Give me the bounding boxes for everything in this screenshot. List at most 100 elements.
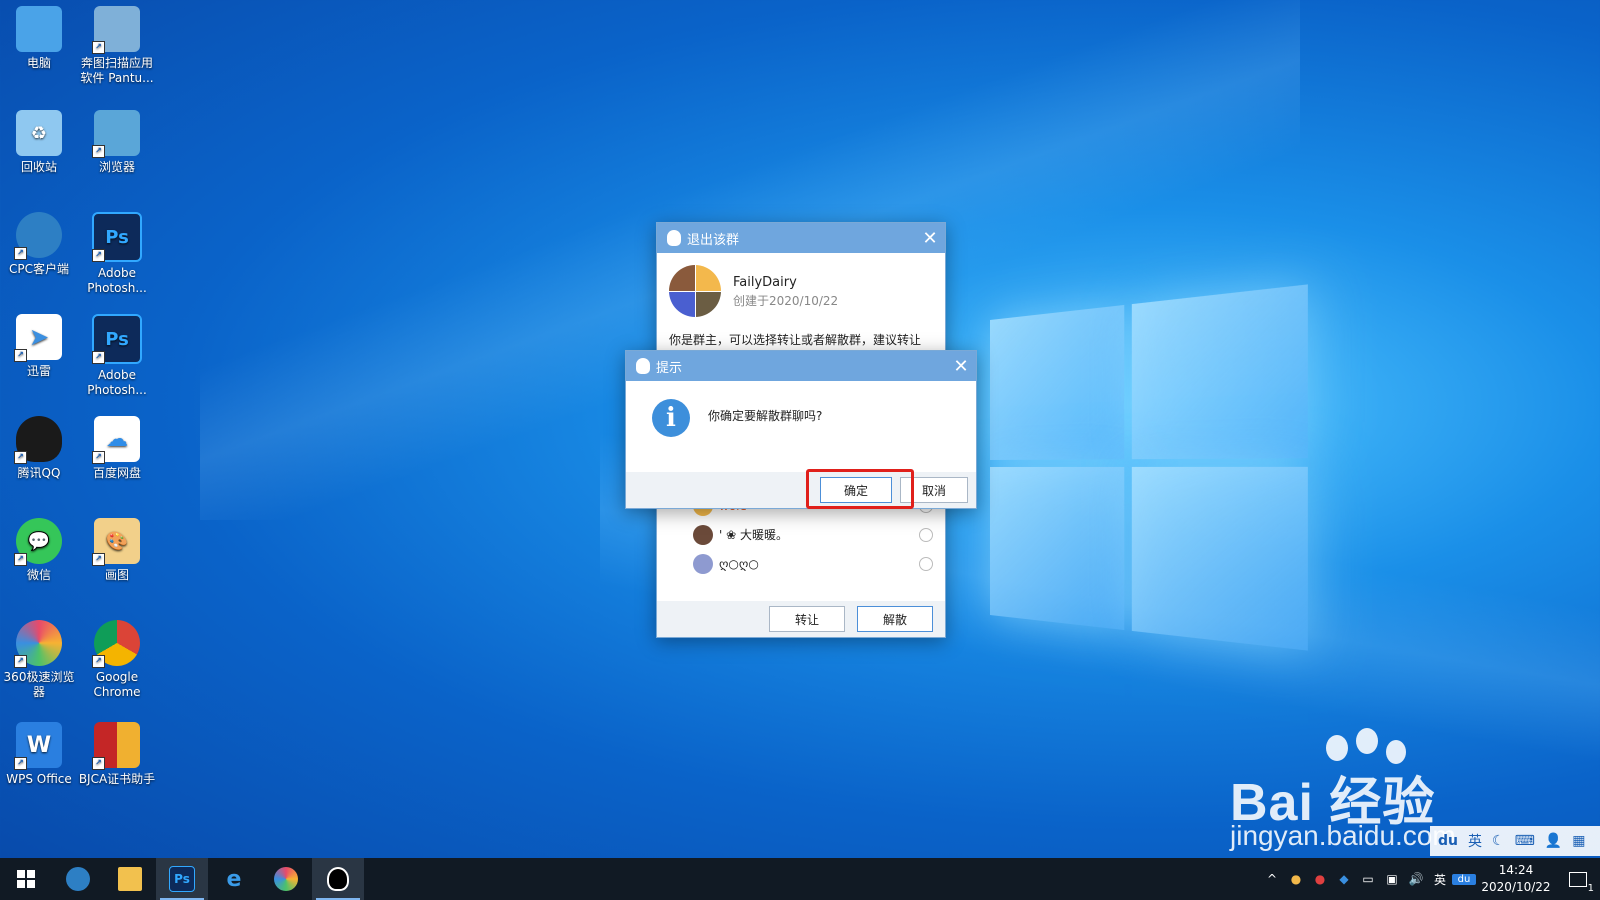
desktop-icon-recycle-bin[interactable]: ♻ 回收站 bbox=[0, 110, 78, 175]
confirm-titlebar: 提示 ✕ bbox=[626, 351, 976, 381]
network-icon[interactable]: ▣ bbox=[1380, 872, 1404, 886]
baidu-watermark-url: jingyan.baidu.com bbox=[1230, 820, 1456, 851]
battery-icon[interactable]: ▭ bbox=[1356, 872, 1380, 886]
desktop-icon-chrome[interactable]: ↗ Google Chrome bbox=[78, 620, 156, 700]
photoshop-icon: Ps ↗ bbox=[92, 314, 142, 364]
desktop-icon-photoshop-1[interactable]: Ps ↗ Adobe Photosh... bbox=[78, 212, 156, 296]
dialog-title: 提示 bbox=[656, 360, 683, 376]
recycle-bin-icon: ♻ bbox=[16, 110, 62, 156]
desktop-icon-paint[interactable]: 🎨 ↗ 画图 bbox=[78, 518, 156, 583]
confirm-body: i 你确定要解散群聊吗? bbox=[626, 381, 976, 455]
scanner-icon: ↗ bbox=[92, 6, 140, 54]
tray-app-icon[interactable]: ◆ bbox=[1332, 872, 1356, 886]
group-header: FailyDairy 创建于2020/10/22 bbox=[657, 253, 945, 323]
taskbar-app-360[interactable] bbox=[260, 858, 312, 900]
desktop-icon-baidu-netdisk[interactable]: ☁ ↗ 百度网盘 bbox=[78, 416, 156, 481]
desktop-icon-wps[interactable]: W ↗ WPS Office bbox=[0, 722, 78, 787]
start-button[interactable] bbox=[0, 858, 52, 900]
quit-group-titlebar: 退出该群 ✕ bbox=[657, 223, 945, 253]
confirm-dialog: 提示 ✕ i 你确定要解散群聊吗? 确定 取消 bbox=[625, 350, 977, 509]
group-name: FailyDairy bbox=[733, 275, 797, 290]
desktop-icon-computer[interactable]: 电脑 bbox=[0, 6, 78, 71]
ime-toolbar[interactable]: du 英 ☾ ⌨ 👤 ▦ bbox=[1430, 826, 1600, 856]
360-browser-icon: ↗ bbox=[14, 620, 62, 668]
desktop-icon-photoshop-2[interactable]: Ps ↗ Adobe Photosh... bbox=[78, 314, 156, 398]
ime-keyboard-icon[interactable]: ⌨ bbox=[1515, 833, 1535, 849]
clock-time: 14:24 bbox=[1498, 863, 1534, 877]
360-browser-icon bbox=[274, 867, 298, 891]
dialog-title: 退出该群 bbox=[687, 232, 740, 248]
desktop-icon-pantum[interactable]: ↗ 奔图扫描应用软件 Pantu... bbox=[78, 6, 156, 86]
tray-app-icon[interactable]: ● bbox=[1308, 872, 1332, 886]
baidu-paw-icon bbox=[1356, 728, 1378, 754]
taskbar-app-file-explorer[interactable] bbox=[104, 858, 156, 900]
qq-icon bbox=[667, 230, 681, 246]
xunlei-icon: ➤ ↗ bbox=[14, 314, 62, 362]
photoshop-icon: Ps bbox=[169, 866, 195, 892]
bjca-icon: ↗ bbox=[92, 722, 140, 770]
close-icon[interactable]: ✕ bbox=[946, 356, 976, 377]
confirm-footer: 确定 取消 bbox=[626, 472, 976, 508]
clock[interactable]: 14:24 2020/10/22 bbox=[1476, 862, 1556, 896]
desktop-icon-browser[interactable]: ↗ 浏览器 bbox=[78, 110, 156, 175]
disband-button[interactable]: 解散 bbox=[857, 606, 933, 632]
edge-icon: e bbox=[226, 866, 242, 892]
baidu-netdisk-icon: ☁ ↗ bbox=[92, 416, 140, 464]
wps-icon: W ↗ bbox=[14, 722, 62, 770]
volume-icon[interactable]: 🔊 bbox=[1404, 872, 1428, 886]
computer-icon bbox=[16, 6, 62, 52]
chevron-up-icon[interactable]: ^ bbox=[1260, 872, 1284, 886]
taskbar-app-edge[interactable]: e bbox=[208, 858, 260, 900]
desktop-icon-xunlei[interactable]: ➤ ↗ 迅雷 bbox=[0, 314, 78, 379]
cpc-client-icon: ↗ bbox=[14, 212, 62, 260]
chrome-icon: ↗ bbox=[92, 620, 140, 668]
ime-user-icon[interactable]: 👤 bbox=[1545, 833, 1562, 849]
list-item[interactable]: ღ○ღ○ bbox=[657, 549, 945, 578]
group-created-date: 创建于2020/10/22 bbox=[733, 294, 839, 308]
ime-moon-icon[interactable]: ☾ bbox=[1492, 833, 1505, 849]
info-icon: i bbox=[652, 399, 690, 437]
ime-grid-icon[interactable]: ▦ bbox=[1572, 833, 1585, 849]
desktop-icon-qq[interactable]: ↗ 腾讯QQ bbox=[0, 416, 78, 481]
tray-app-icon[interactable]: ● bbox=[1284, 872, 1308, 886]
taskbar-app-cpc[interactable] bbox=[52, 858, 104, 900]
notification-count: 1 bbox=[1587, 882, 1594, 894]
taskbar-app-photoshop[interactable]: Ps bbox=[156, 858, 208, 900]
baidu-ime-icon[interactable]: du bbox=[1452, 873, 1476, 885]
taskbar: Ps e ^ ● ● ◆ ▭ ▣ 🔊 英 du 14:24 2020/10/22… bbox=[0, 858, 1600, 900]
desktop-icon-360-browser[interactable]: ↗ 360极速浏览器 bbox=[0, 620, 78, 700]
browser-icon: ↗ bbox=[92, 110, 140, 158]
taskbar-app-qq[interactable] bbox=[312, 858, 364, 900]
cpc-client-icon bbox=[66, 867, 90, 891]
quit-dialog-footer: 转让 解散 bbox=[657, 601, 945, 637]
highlight-box bbox=[806, 469, 914, 509]
close-icon[interactable]: ✕ bbox=[915, 228, 945, 249]
baidu-ime-icon: du bbox=[1438, 833, 1458, 849]
file-explorer-icon bbox=[118, 867, 142, 891]
system-tray: ^ ● ● ◆ ▭ ▣ 🔊 英 du 14:24 2020/10/22 1 bbox=[1260, 858, 1600, 900]
member-name: ღ○ღ○ bbox=[719, 556, 759, 571]
windows-logo-wallpaper bbox=[990, 284, 1308, 651]
tray-language[interactable]: 英 bbox=[1428, 871, 1452, 888]
notification-icon: 1 bbox=[1569, 871, 1594, 894]
transfer-button[interactable]: 转让 bbox=[769, 606, 845, 632]
group-avatar bbox=[669, 265, 721, 317]
ime-language[interactable]: 英 bbox=[1468, 831, 1482, 851]
member-radio[interactable] bbox=[919, 556, 933, 571]
photoshop-icon: Ps ↗ bbox=[92, 212, 142, 262]
avatar bbox=[693, 524, 713, 545]
clock-date: 2020/10/22 bbox=[1481, 880, 1551, 894]
qq-icon bbox=[636, 358, 650, 374]
desktop-icon-bjca[interactable]: ↗ BJCA证书助手 bbox=[78, 722, 156, 787]
avatar bbox=[693, 553, 713, 574]
member-radio[interactable] bbox=[919, 527, 933, 542]
notification-button[interactable]: 1 bbox=[1556, 871, 1600, 894]
desktop-icon-wechat[interactable]: 💬 ↗ 微信 bbox=[0, 518, 78, 583]
desktop-icon-cpc-client[interactable]: ↗ CPC客户端 bbox=[0, 212, 78, 277]
list-item[interactable]: ' ❀ 大暖暖。 bbox=[657, 520, 945, 549]
confirm-message: 你确定要解散群聊吗? bbox=[708, 409, 823, 423]
qq-icon bbox=[327, 867, 349, 891]
wechat-icon: 💬 ↗ bbox=[14, 518, 62, 566]
member-name: ' ❀ 大暖暖。 bbox=[719, 528, 788, 542]
windows-start-icon bbox=[17, 870, 35, 888]
